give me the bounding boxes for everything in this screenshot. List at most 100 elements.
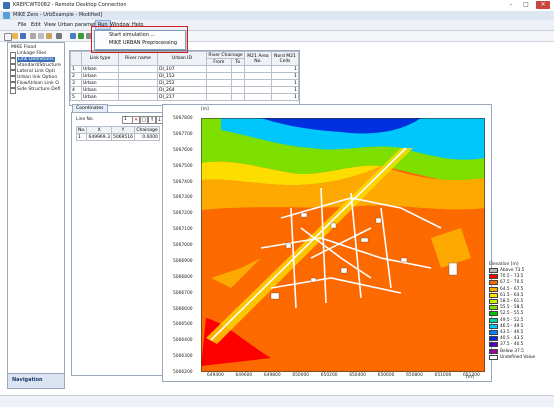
cell[interactable] — [230, 86, 246, 94]
y-tick-label: 5067500 — [173, 163, 193, 169]
status-bar — [0, 395, 554, 407]
cut-icon[interactable] — [30, 33, 36, 39]
minimize-button[interactable]: – — [504, 1, 518, 9]
y-tick-label: 5067700 — [173, 131, 193, 137]
delete-icon[interactable]: ✕ — [132, 116, 140, 124]
nav-item-urban-link-options[interactable]: Urban link Option — [17, 75, 57, 80]
nav-item-linkage-files[interactable]: Linkage Files — [17, 51, 46, 56]
nav-checkbox[interactable] — [10, 88, 16, 94]
cell[interactable]: 649969.3 — [86, 133, 112, 141]
cell[interactable]: DI_217 — [157, 93, 207, 101]
cell[interactable]: 1 — [271, 86, 299, 94]
maximize-button[interactable]: □ — [519, 1, 533, 9]
cell[interactable] — [230, 93, 246, 101]
nav-item-side-structure[interactable]: Side Structure Defi — [17, 87, 60, 92]
nav-item-lateral-link-options[interactable]: Lateral Link Opti — [17, 69, 55, 74]
open-folder-icon[interactable] — [12, 33, 18, 39]
legend-entry: Above 73.5 — [489, 268, 549, 273]
cell[interactable]: Urban — [81, 79, 119, 87]
legend-entry: 49.5 - 52.5 — [489, 317, 549, 323]
cell[interactable] — [244, 65, 272, 73]
save-icon[interactable] — [20, 33, 26, 39]
coordinates-panel: Line No. 1 ✕ ▢ ↑ ↓ No. X Y Chainage 1 64… — [71, 112, 163, 376]
col-header-m21-cells: Nord M21 Cells — [271, 51, 299, 66]
menu-file[interactable]: File — [16, 21, 28, 29]
cell[interactable]: 1 — [271, 79, 299, 87]
cell[interactable]: Urban — [81, 65, 119, 73]
properties-icon[interactable] — [70, 33, 76, 39]
cell[interactable] — [244, 79, 272, 87]
cell[interactable] — [118, 72, 158, 80]
table-row[interactable]: 2 Urban DI_153 1 — [70, 72, 299, 80]
legend-entry: 61.5 - 64.5 — [489, 292, 549, 298]
legend-label: 58.5 - 61.5 — [500, 299, 524, 304]
legend-entry: 55.5 - 58.5 — [489, 305, 549, 311]
cell[interactable]: 5069516 — [110, 133, 136, 141]
cell[interactable]: DI_153 — [157, 72, 207, 80]
cell[interactable] — [206, 79, 232, 87]
copy-icon[interactable] — [38, 33, 44, 39]
coord-header-chainage: Chainage — [134, 126, 161, 134]
cell[interactable]: 1 — [271, 65, 299, 73]
move-up-icon[interactable]: ↑ — [148, 116, 156, 124]
col-header-urban-id: Urban ID — [157, 51, 207, 66]
legend-title: Elevation [m] — [489, 262, 519, 267]
cell[interactable]: 1 — [271, 93, 299, 101]
elevation-legend: Elevation [m] Above 73.5 70.5 - 73.5 67.5 … — [489, 262, 549, 368]
cell[interactable]: Urban — [81, 93, 119, 101]
legend-label: 43.5 - 46.5 — [500, 330, 524, 335]
cell[interactable]: 0.0000 — [134, 133, 161, 141]
col-header-chainage-to: To — [230, 58, 246, 66]
insert-icon[interactable]: ▢ — [140, 116, 148, 124]
cell[interactable] — [230, 72, 246, 80]
new-file-icon[interactable] — [4, 33, 12, 41]
close-button[interactable]: ✕ — [536, 1, 550, 9]
cell[interactable] — [206, 65, 232, 73]
cell[interactable] — [206, 72, 232, 80]
legend-label: 70.5 - 73.5 — [500, 274, 524, 280]
cell[interactable] — [118, 79, 158, 87]
filter-icon[interactable] — [78, 33, 84, 39]
elevation-map[interactable] — [201, 118, 485, 372]
cell[interactable]: 1 — [271, 72, 299, 80]
nav-item-flow-urban-link[interactable]: Flow/Urban Link O — [17, 81, 59, 86]
nav-item-link-definitions[interactable]: Link Definitions — [17, 57, 55, 62]
nav-root-mike-flood[interactable]: MIKE Flood — [11, 45, 36, 50]
table-row[interactable]: 4 Urban DI_264 1 — [70, 86, 299, 94]
cell[interactable] — [244, 93, 272, 101]
nav-item-standard-structure[interactable]: Standard/Structure — [17, 63, 61, 68]
table-row[interactable]: 1 649969.3 5069516 0.0000 — [75, 133, 161, 141]
cell[interactable] — [118, 65, 158, 73]
cell[interactable] — [206, 93, 232, 101]
cell[interactable] — [244, 86, 272, 94]
cell[interactable]: Urban — [81, 86, 119, 94]
menu-bar: File Edit View Urban parameters Run Wind… — [0, 20, 554, 31]
navigation-tab[interactable]: Navigation — [7, 373, 65, 389]
cell[interactable]: DI_252 — [157, 79, 207, 87]
x-tick-label: 651000 — [434, 373, 452, 378]
legend-label: 49.5 - 52.5 — [500, 317, 524, 323]
cell[interactable] — [230, 79, 246, 87]
cell[interactable]: Urban — [81, 72, 119, 80]
cell[interactable] — [206, 86, 232, 94]
map-view-panel: [m] [m] 5067800 5067700 5067600 5067500 5067… — [162, 104, 492, 382]
legend-entry: 64.5 - 67.5 — [489, 286, 549, 292]
cell[interactable]: DI_107 — [157, 65, 207, 73]
menu-edit[interactable]: Edit — [29, 21, 43, 29]
paste-icon[interactable] — [46, 33, 52, 39]
cell: 2 — [70, 72, 82, 80]
legend-entry: 40.5 - 43.5 — [489, 336, 549, 342]
legend-swatch — [489, 305, 498, 311]
y-tick-label: 5066800 — [173, 274, 193, 280]
table-row[interactable]: 5 Urban DI_217 1 — [70, 93, 299, 101]
cell[interactable]: DI_264 — [157, 86, 207, 94]
table-row[interactable]: 3 Urban DI_252 1 — [70, 79, 299, 87]
table-row[interactable]: 1 Urban DI_107 1 — [70, 65, 299, 73]
line-no-label: Line No. — [76, 117, 94, 122]
cell[interactable] — [118, 86, 158, 94]
cell[interactable] — [230, 65, 246, 73]
cell[interactable] — [118, 93, 158, 101]
cell[interactable] — [244, 72, 272, 80]
legend-label: Below 37.5 — [500, 348, 524, 354]
print-icon[interactable] — [56, 33, 62, 39]
